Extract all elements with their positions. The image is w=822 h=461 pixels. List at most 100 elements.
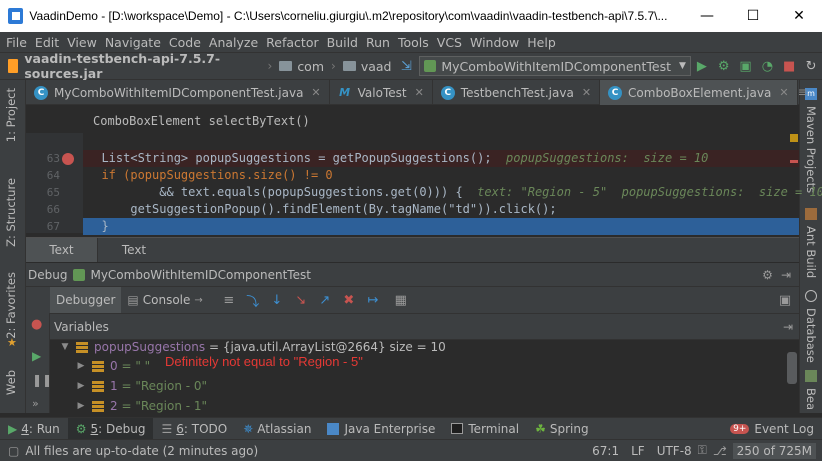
close-button[interactable]: ✕ [776, 0, 822, 32]
collapse-triangle-icon[interactable]: ▼ [58, 342, 72, 352]
line-separator[interactable]: LF [631, 444, 645, 458]
caret-position[interactable]: 67:1 [592, 444, 619, 458]
menu-refactor[interactable]: Refactor [264, 35, 324, 50]
step-over-icon[interactable]: ⤵ [245, 292, 261, 310]
nav-crumb-jar[interactable]: vaadin-testbench-api-7.5.7-sources.jar [0, 51, 265, 81]
tool-database[interactable]: Database [804, 308, 818, 363]
tool-java-enterprise[interactable]: Java Enterprise [319, 418, 443, 440]
panel-options-icon[interactable]: ⇥ [783, 320, 793, 334]
tool-event-log[interactable]: 9+ Event Log [722, 418, 822, 440]
tool-structure[interactable]: Z: Structure [4, 178, 18, 247]
tool-favorites[interactable]: 2: Favorites [4, 272, 18, 339]
annotation-note: Definitely not equal to "Region - 5" [165, 354, 363, 369]
variable-value: = {java.util.ArrayList@2664} size = 10 [208, 340, 446, 354]
tool-web[interactable]: Web [4, 370, 18, 395]
menu-navigate[interactable]: Navigate [103, 35, 167, 50]
code-line-66: } [87, 201, 108, 233]
editor-breadcrumb[interactable]: ComboBoxElement selectByText() [93, 114, 310, 128]
sync-icon[interactable]: ↻ [804, 58, 818, 74]
chevron-right-icon: › [267, 59, 273, 73]
restore-layout-icon[interactable]: ▣ [777, 292, 793, 308]
tool-terminal[interactable]: Terminal [443, 418, 527, 440]
variable-name: 2 [110, 399, 118, 413]
lock-icon[interactable]: ⚿ [698, 443, 707, 458]
run-to-cursor-icon[interactable]: ↦ [365, 292, 381, 308]
tabs-overflow-icon[interactable]: ≡ [798, 80, 814, 104]
tab-label: TestbenchTest.java [460, 85, 574, 100]
breakpoints-icon[interactable]: ● [31, 317, 42, 332]
debug-config-name[interactable]: MyComboWithItemIDComponentTest [90, 268, 310, 282]
step-out-icon[interactable]: ↗ [317, 292, 333, 308]
step-into-icon[interactable]: ↓ [269, 292, 285, 308]
menu-analyze[interactable]: Analyze [207, 35, 264, 50]
evaluate-expression-icon[interactable]: ▦ [393, 292, 409, 308]
field-icon [92, 360, 104, 372]
menu-run[interactable]: Run [364, 35, 396, 50]
force-step-into-icon[interactable]: ↘ [293, 292, 309, 308]
tool-spring[interactable]: ☘ Spring [527, 418, 597, 440]
maximize-button[interactable]: ☐ [730, 0, 776, 32]
menu-code[interactable]: Code [167, 35, 207, 50]
tab-mycombo[interactable]: C MyComboWithItemIDComponentTest.java ✕ [26, 80, 330, 105]
run-icon[interactable]: ▶ [695, 58, 709, 74]
menu-help[interactable]: Help [525, 35, 562, 50]
close-icon[interactable]: ✕ [779, 86, 788, 99]
menu-build[interactable]: Build [325, 35, 364, 50]
more-icon[interactable]: » [32, 397, 39, 410]
error-stripe-marker[interactable] [790, 160, 798, 163]
resume-icon[interactable]: ▶ [32, 349, 41, 363]
drop-frame-icon[interactable]: ✖ [341, 292, 357, 308]
breakpoint-icon[interactable] [62, 153, 74, 165]
tool-todo[interactable]: ☰ 6: TODO [153, 418, 235, 440]
warning-marker-icon[interactable] [790, 134, 798, 142]
tool-atlassian[interactable]: ✵ Atlassian [235, 418, 319, 440]
nav-crumb-com[interactable]: com [275, 59, 328, 74]
menu-edit[interactable]: Edit [33, 35, 65, 50]
tab-debugger[interactable]: Debugger [50, 287, 122, 313]
memory-indicator[interactable]: 250 of 725M [732, 442, 816, 459]
variable-row[interactable]: ▶ 0 = " " [74, 356, 151, 376]
nav-crumb-vaadin[interactable]: vaad [339, 59, 396, 74]
tool-debug[interactable]: ⚙ 5: Debug [67, 417, 154, 440]
close-icon[interactable]: ✕ [311, 86, 320, 99]
minimize-button[interactable]: — [684, 0, 730, 32]
tool-ant-build[interactable]: Ant Build [804, 226, 818, 278]
file-encoding[interactable]: UTF-8 [657, 444, 692, 458]
expand-triangle-icon[interactable]: ▶ [74, 361, 88, 371]
code-text: getSuggestionPopup().findElement(By.tagN… [101, 202, 557, 216]
tab-comboboxelement[interactable]: C ComboBoxElement.java ✕ [600, 80, 798, 105]
tool-windows-quick-access-icon[interactable]: ▢ [8, 444, 19, 458]
show-execution-point-icon[interactable]: ≡ [221, 292, 237, 308]
tool-bean-validation[interactable]: Bea [804, 388, 818, 410]
debug-icon[interactable]: ⚙ [717, 58, 731, 74]
make-project-icon[interactable]: ⇲ [399, 58, 413, 74]
editor-gutter[interactable]: 63 64 65 66 67 [26, 133, 83, 233]
settings-gear-icon[interactable]: ⚙︎ [762, 268, 773, 282]
tab-testbenchtest[interactable]: C TestbenchTest.java ✕ [433, 80, 601, 105]
expand-triangle-icon[interactable]: ▶ [74, 401, 88, 411]
close-icon[interactable]: ✕ [415, 86, 424, 99]
tool-run[interactable]: ▶ 4: Run [0, 418, 68, 440]
text-tab-first[interactable]: Text [26, 238, 98, 262]
coverage-icon[interactable]: ▣ [739, 58, 753, 74]
menu-tools[interactable]: Tools [396, 35, 435, 50]
hide-panel-icon[interactable]: ⇥ [781, 268, 791, 282]
close-icon[interactable]: ✕ [582, 86, 591, 99]
stop-icon[interactable]: ■ [782, 58, 796, 74]
git-icon[interactable]: ⎇ [713, 444, 727, 458]
run-configuration-selector[interactable]: MyComboWithItemIDComponentTest ▼ [419, 56, 691, 76]
tab-valotest[interactable]: M ValoTest ✕ [330, 80, 433, 105]
tool-project[interactable]: 1: Project [4, 88, 18, 142]
text-tab-second[interactable]: Text [98, 238, 170, 262]
variables-tree[interactable]: ▼ popupSuggestions = {java.util.ArrayLis… [50, 340, 799, 413]
variable-row[interactable]: ▶ 1 = "Region - 0" [74, 376, 208, 396]
tab-console[interactable]: ▤ Console → [121, 287, 208, 313]
expand-triangle-icon[interactable]: ▶ [74, 381, 88, 391]
variables-scrollbar[interactable] [787, 352, 797, 384]
menu-view[interactable]: View [65, 35, 103, 50]
menu-file[interactable]: File [4, 35, 33, 50]
profile-icon[interactable]: ◔ [760, 58, 774, 74]
menu-vcs[interactable]: VCS [435, 35, 468, 50]
variable-row[interactable]: ▶ 2 = "Region - 1" [74, 396, 208, 413]
menu-window[interactable]: Window [468, 35, 525, 50]
